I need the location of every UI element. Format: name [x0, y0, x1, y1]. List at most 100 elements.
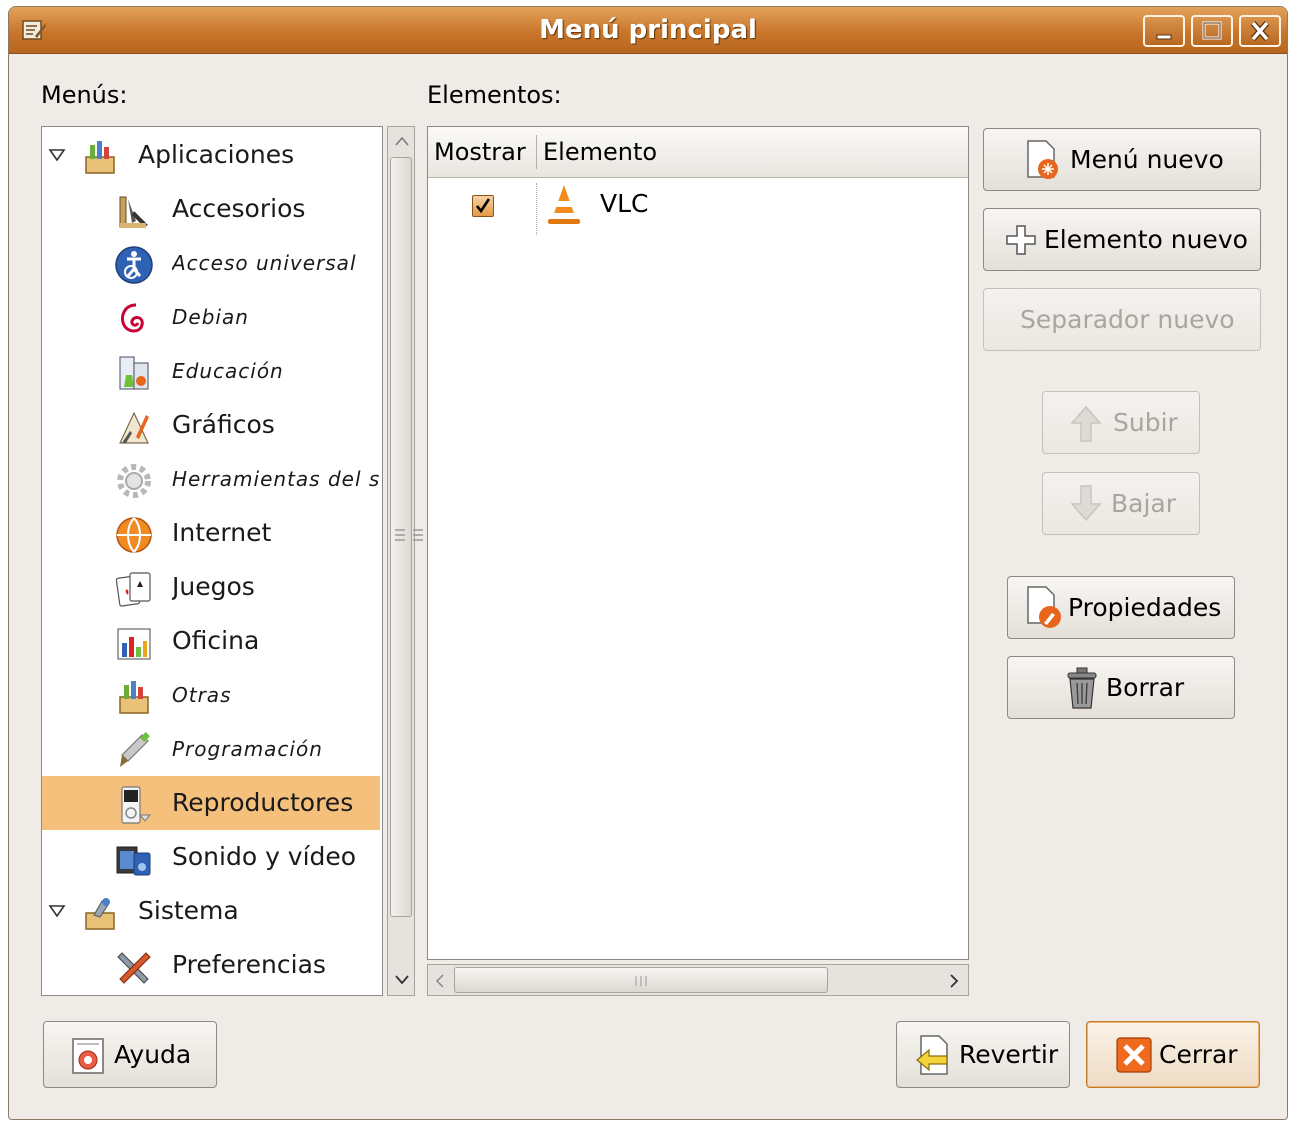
checkmark-icon: [475, 198, 491, 214]
maximize-icon: [1202, 21, 1222, 40]
tree-row-educación[interactable]: Educación: [42, 344, 380, 398]
new-menu-icon: [1027, 140, 1058, 179]
tree-row-sonido-y-vídeo[interactable]: Sonido y vídeo: [42, 830, 380, 884]
tree-row-herramientas-del-s[interactable]: Herramientas del s: [42, 452, 380, 506]
close-window-button[interactable]: [1239, 15, 1281, 47]
system-icon: [85, 898, 115, 930]
accessories-icon: [119, 196, 148, 228]
sound-video-icon: [116, 846, 151, 876]
arrow-down-icon: [1070, 485, 1102, 522]
tree-row-gráficos[interactable]: Gráficos: [42, 398, 380, 452]
move-up-button[interactable]: Subir: [1042, 391, 1200, 454]
window-title: Menú principal: [539, 15, 757, 45]
column-header-element[interactable]: Elemento: [543, 127, 657, 177]
help-button[interactable]: Ayuda: [43, 1021, 217, 1088]
revert-button[interactable]: Revertir: [896, 1021, 1070, 1088]
scroll-up-icon[interactable]: [394, 135, 410, 147]
tree-label: Otras: [172, 683, 232, 707]
tree-label: Acceso universal: [172, 251, 357, 275]
system-tools-icon: [117, 464, 151, 498]
tree-row-otras[interactable]: Otras: [42, 668, 380, 722]
expander-down-icon[interactable]: [48, 148, 66, 162]
graphics-icon: [119, 411, 149, 444]
scroll-left-icon[interactable]: [434, 973, 446, 989]
accessibility-icon: [115, 246, 153, 284]
debian-icon: [121, 303, 144, 333]
tree-label: Juegos: [172, 572, 255, 601]
menus-tree[interactable]: Aplicaciones Accesorios Acceso universal D…: [41, 126, 383, 996]
pane-grip-icon[interactable]: [393, 527, 425, 543]
tree-label: Sonido y vídeo: [172, 842, 357, 871]
row-divider: [536, 183, 537, 235]
tree-row-internet[interactable]: Internet: [42, 506, 380, 560]
tree-label: Aplicaciones: [138, 140, 295, 169]
element-name: VLC: [600, 189, 649, 218]
minimize-button[interactable]: [1143, 15, 1185, 47]
move-down-button[interactable]: Bajar: [1042, 472, 1200, 535]
media-player-icon: [121, 786, 152, 824]
elements-list[interactable]: Mostrar Elemento VLC: [427, 126, 969, 960]
expander-down-icon[interactable]: [48, 904, 66, 918]
column-divider[interactable]: [536, 135, 537, 169]
close-x-icon: [1116, 1037, 1152, 1073]
tree-label: Educación: [172, 359, 284, 383]
elements-hscrollbar[interactable]: [427, 964, 969, 996]
delete-button[interactable]: Borrar: [1007, 656, 1235, 719]
scroll-down-icon[interactable]: [394, 973, 410, 985]
scroll-right-icon[interactable]: [948, 973, 960, 989]
button-label: Subir: [1113, 408, 1178, 437]
tree-label: Gráficos: [172, 410, 275, 439]
close-icon: [1250, 21, 1270, 41]
tree-row-acceso-universal[interactable]: Acceso universal: [42, 236, 380, 290]
close-button[interactable]: Cerrar: [1086, 1021, 1260, 1088]
office-icon: [117, 628, 151, 660]
tree-label: Herramientas del s: [172, 467, 380, 491]
list-row[interactable]: VLC: [428, 179, 968, 235]
trash-icon: [1067, 667, 1097, 709]
tree-row-aplicaciones[interactable]: Aplicaciones: [42, 128, 380, 182]
applications-icon: [85, 141, 115, 174]
column-header-show[interactable]: Mostrar: [434, 127, 526, 177]
tree-label: Programación: [172, 737, 323, 761]
tree-label: Preferencias: [172, 950, 326, 979]
maximize-button[interactable]: [1191, 15, 1233, 47]
tree-label: Internet: [172, 518, 272, 547]
button-label: Bajar: [1111, 489, 1177, 518]
tree-row-oficina[interactable]: Oficina: [42, 614, 380, 668]
tree-row-programación[interactable]: Programación: [42, 722, 380, 776]
button-label: Cerrar: [1159, 1040, 1238, 1069]
tree-row-preferencias[interactable]: Preferencias: [42, 938, 380, 992]
tree-label: Reproductores: [172, 788, 354, 817]
new-menu-button[interactable]: Menú nuevo: [983, 128, 1261, 191]
menus-scrollbar[interactable]: [387, 126, 415, 996]
tree-row-accesorios[interactable]: Accesorios: [42, 182, 380, 236]
minimize-icon: [1156, 34, 1172, 40]
tree-label: Debian: [172, 305, 249, 329]
revert-icon: [916, 1035, 948, 1075]
button-label: Menú nuevo: [1070, 145, 1224, 174]
education-icon: [119, 356, 149, 390]
tree-row-juegos[interactable]: Juegos: [42, 560, 380, 614]
new-separator-button[interactable]: Separador nuevo: [983, 288, 1261, 351]
title-bar[interactable]: Menú principal: [9, 7, 1287, 54]
tree-label: Sistema: [138, 896, 239, 925]
properties-button[interactable]: Propiedades: [1007, 576, 1235, 639]
button-label: Elemento nuevo: [1044, 225, 1248, 254]
tree-row-sistema[interactable]: Sistema: [42, 884, 380, 938]
new-item-button[interactable]: Elemento nuevo: [983, 208, 1261, 271]
tree-label: Accesorios: [172, 194, 306, 223]
button-label: Ayuda: [114, 1040, 192, 1069]
show-checkbox[interactable]: [472, 195, 494, 217]
other-icon: [119, 681, 149, 714]
tree-row-debian[interactable]: Debian: [42, 290, 380, 344]
programming-icon: [120, 732, 150, 767]
grip-icon: [635, 976, 647, 986]
help-icon: [72, 1038, 104, 1074]
internet-icon: [116, 517, 152, 553]
button-label: Separador nuevo: [1020, 305, 1235, 334]
hscroll-thumb[interactable]: [454, 967, 828, 993]
properties-icon: [1027, 586, 1061, 628]
tree-row-reproductores[interactable]: Reproductores: [42, 776, 380, 830]
button-label: Propiedades: [1068, 593, 1222, 622]
preferences-icon: [117, 952, 151, 984]
